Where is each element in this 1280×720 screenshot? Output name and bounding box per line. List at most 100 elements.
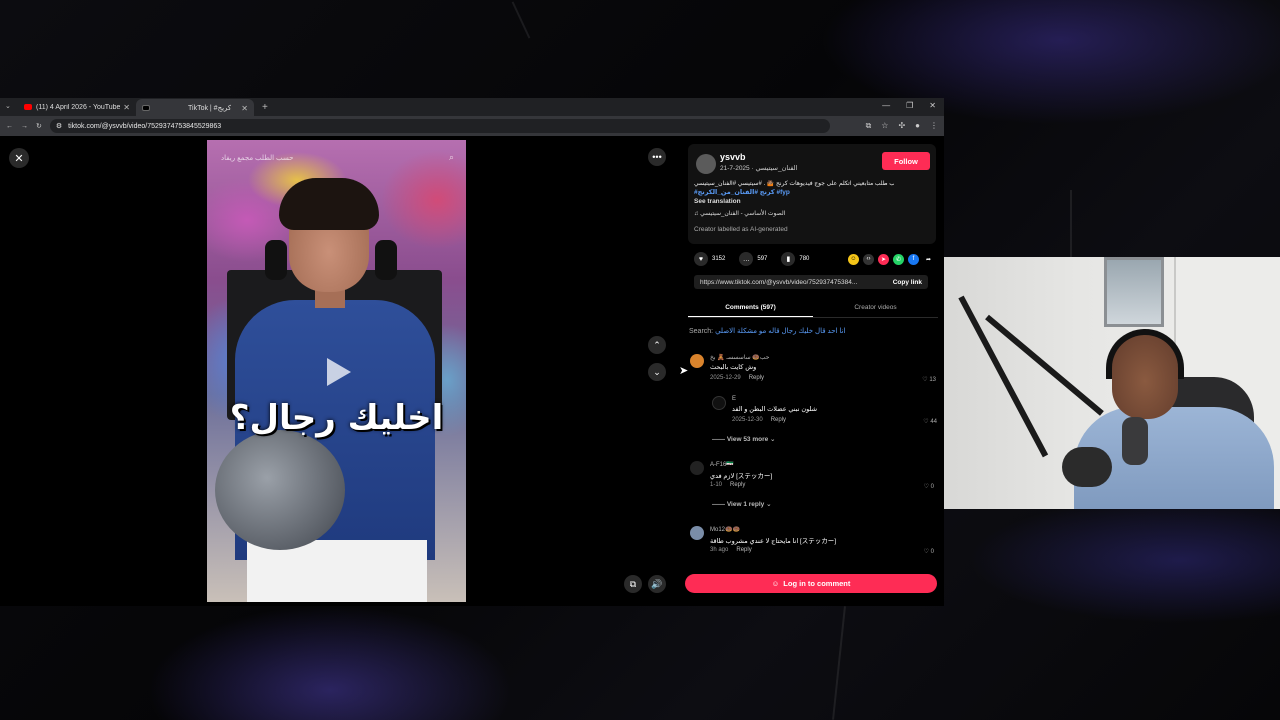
youtube-icon [24,104,32,110]
profile-icon[interactable]: ● [915,121,920,131]
like-count: 3152 [712,256,726,262]
heart-icon: ♥ [694,252,708,266]
post-hashtags[interactable]: #كرنج #الفنان_من_الكرنج #fyp [694,188,790,196]
reply-button[interactable]: Reply [749,375,764,381]
window-close-icon[interactable]: ✕ [929,101,936,110]
url-field[interactable]: ⚙ tiktok.com/@ysvvb/video/75293747538455… [49,119,830,133]
comment-author[interactable]: E [732,396,736,402]
comment-author[interactable]: A-F16🇸🇾 [710,461,734,468]
heart-icon: ♡ [923,419,929,425]
comment-action[interactable]: … 597 [739,252,767,266]
video-headphone-right [375,240,397,280]
video-headphone-left [265,240,287,280]
background-streak [1070,190,1072,260]
video-top-text: حسب الطلب مجمع ريفاد [221,155,294,162]
install-app-icon[interactable]: ⧉ [866,121,872,131]
video-person-hair [279,178,379,230]
volume-button[interactable]: 🔊 [648,575,666,593]
divider-line: —— [712,501,727,508]
video-caption: اخليك رجال؟ [229,398,444,438]
share-icons: ☺ ‹› ➤ ✆ f ➦ [848,253,934,265]
reply-button[interactable]: Reply [771,417,786,423]
share-link-box[interactable]: https://www.tiktok.com/@ysvvb/video/7529… [694,275,928,289]
back-icon[interactable]: ← [6,123,13,130]
comment-like[interactable]: ♡ 0 [924,548,934,555]
comment-meta: 2025-12-30 Reply [732,417,786,423]
menu-icon[interactable]: ⋮ [930,121,938,131]
copy-link-button[interactable]: Copy link [893,279,922,286]
reply-button[interactable]: Reply [736,547,751,553]
tab-youtube[interactable]: (11) 4 April 2026 - YouTube ✕ [18,98,136,116]
close-video-button[interactable]: ✕ [9,148,29,168]
follow-button[interactable]: Follow [882,152,930,170]
send-to-friends-icon[interactable]: ➤ [878,253,889,265]
tab-creator-videos[interactable]: Creator videos [813,298,938,317]
save-action[interactable]: ▮ 780 [781,252,809,266]
tab-search-icon[interactable]: ⌄ [5,102,11,110]
view-replies[interactable]: —— View 1 reply ⌄ [712,500,772,508]
comment-avatar[interactable] [690,526,704,540]
reply-button[interactable]: Reply [730,482,745,488]
extensions-icon[interactable]: ✣ [898,121,905,131]
tab-tiktok[interactable]: TikTok | #كريج ✕ [136,99,254,117]
video-search-icon[interactable]: ⌕ [449,152,454,163]
save-count: 780 [799,256,810,262]
share-arrow-icon[interactable]: ➦ [923,254,934,265]
more-options-button[interactable]: ••• [648,148,666,166]
close-tab-icon[interactable]: ✕ [241,104,248,113]
whatsapp-icon[interactable]: ✆ [893,253,904,265]
previous-video-button[interactable]: ⌃ [648,336,666,354]
comment-text: شلون نبني عضلات البطن و الفد [732,406,818,413]
creator-avatar[interactable] [696,154,716,174]
related-search[interactable]: Search: انا احد قال خليك رجال قاله مو مش… [689,327,845,335]
tab-bar: ⌄ (11) 4 April 2026 - YouTube ✕ TikTok |… [0,98,944,117]
comment-avatar[interactable] [690,354,704,368]
comment-author[interactable]: Mo12🍩🍩 [710,526,740,533]
music-line[interactable]: ♫ الصوت الأساسي - الفنان_سيتيسي [694,210,785,217]
tiktok-icon [142,105,150,111]
comment-like-count: 13 [929,377,936,383]
reload-icon[interactable]: ↻ [36,122,42,130]
emoji-share-icon[interactable]: ☺ [848,253,859,265]
floating-player-button[interactable]: ⧉ [624,575,642,593]
microphone [1122,417,1148,465]
tab-comments[interactable]: Comments (597) [688,298,813,317]
maximize-icon[interactable]: ❐ [906,101,913,110]
comment-text: انا مايحتاج لا عندي مشروب طاقة [ステッカー] [710,538,837,545]
new-tab-button[interactable]: + [262,102,268,113]
facebook-icon[interactable]: f [908,253,919,265]
minimize-icon[interactable]: — [882,101,890,110]
comment-meta: 3h ago Reply [710,547,752,553]
comment-item: حب🍩 ساسسسـ 🧸 بخ وش كايت بالبحث 2025-12-2… [690,354,936,386]
site-info-icon[interactable]: ⚙ [56,122,62,130]
comment-like[interactable]: ♡ 0 [924,483,934,490]
creator-username[interactable]: ysvvb [720,152,746,162]
mic-arm [958,295,1049,458]
embed-icon[interactable]: ‹› [863,253,874,265]
view-more-replies[interactable]: —— View 53 more ⌄ [712,435,776,443]
tiktok-page: ✕ حسب الطلب مجمع ريفاد ⌕ اخليك رجال؟ •••… [0,136,944,606]
like-action[interactable]: ♥ 3152 [694,252,725,266]
forward-icon[interactable]: → [21,123,28,130]
search-query[interactable]: انا احد قال خليك رجال قاله مو مشكلة الاص… [715,328,845,335]
url-text: tiktok.com/@ysvvb/video/7529374753845529… [68,122,222,130]
creator-subline: الفنان_سيتيسي · 2025-7-21 [720,165,798,172]
view-replies-label: View 1 reply [726,501,765,508]
comment-author[interactable]: حب🍩 ساسسسـ 🧸 بخ [710,354,769,361]
play-icon[interactable] [327,358,351,386]
headset [1106,329,1184,379]
video-microphone [215,430,345,550]
bookmark-star-icon[interactable]: ☆ [881,121,888,131]
window-controls: — ❐ ✕ [882,101,936,110]
comment-like[interactable]: ♡ 44 [923,418,937,425]
comment-like[interactable]: ♡ 13 [922,376,936,383]
comment-avatar[interactable] [712,396,726,410]
see-translation-link[interactable]: See translation [694,198,741,205]
next-video-button[interactable]: ⌄ [648,363,666,381]
login-to-comment-button[interactable]: ☺ Log in to comment [685,574,937,593]
comment-avatar[interactable] [690,461,704,475]
tab-title: TikTok | #كريج [188,105,232,112]
bookmark-icon: ▮ [781,252,796,266]
video-player[interactable]: حسب الطلب مجمع ريفاد ⌕ اخليك رجال؟ [207,140,466,602]
close-tab-icon[interactable]: ✕ [123,103,130,112]
